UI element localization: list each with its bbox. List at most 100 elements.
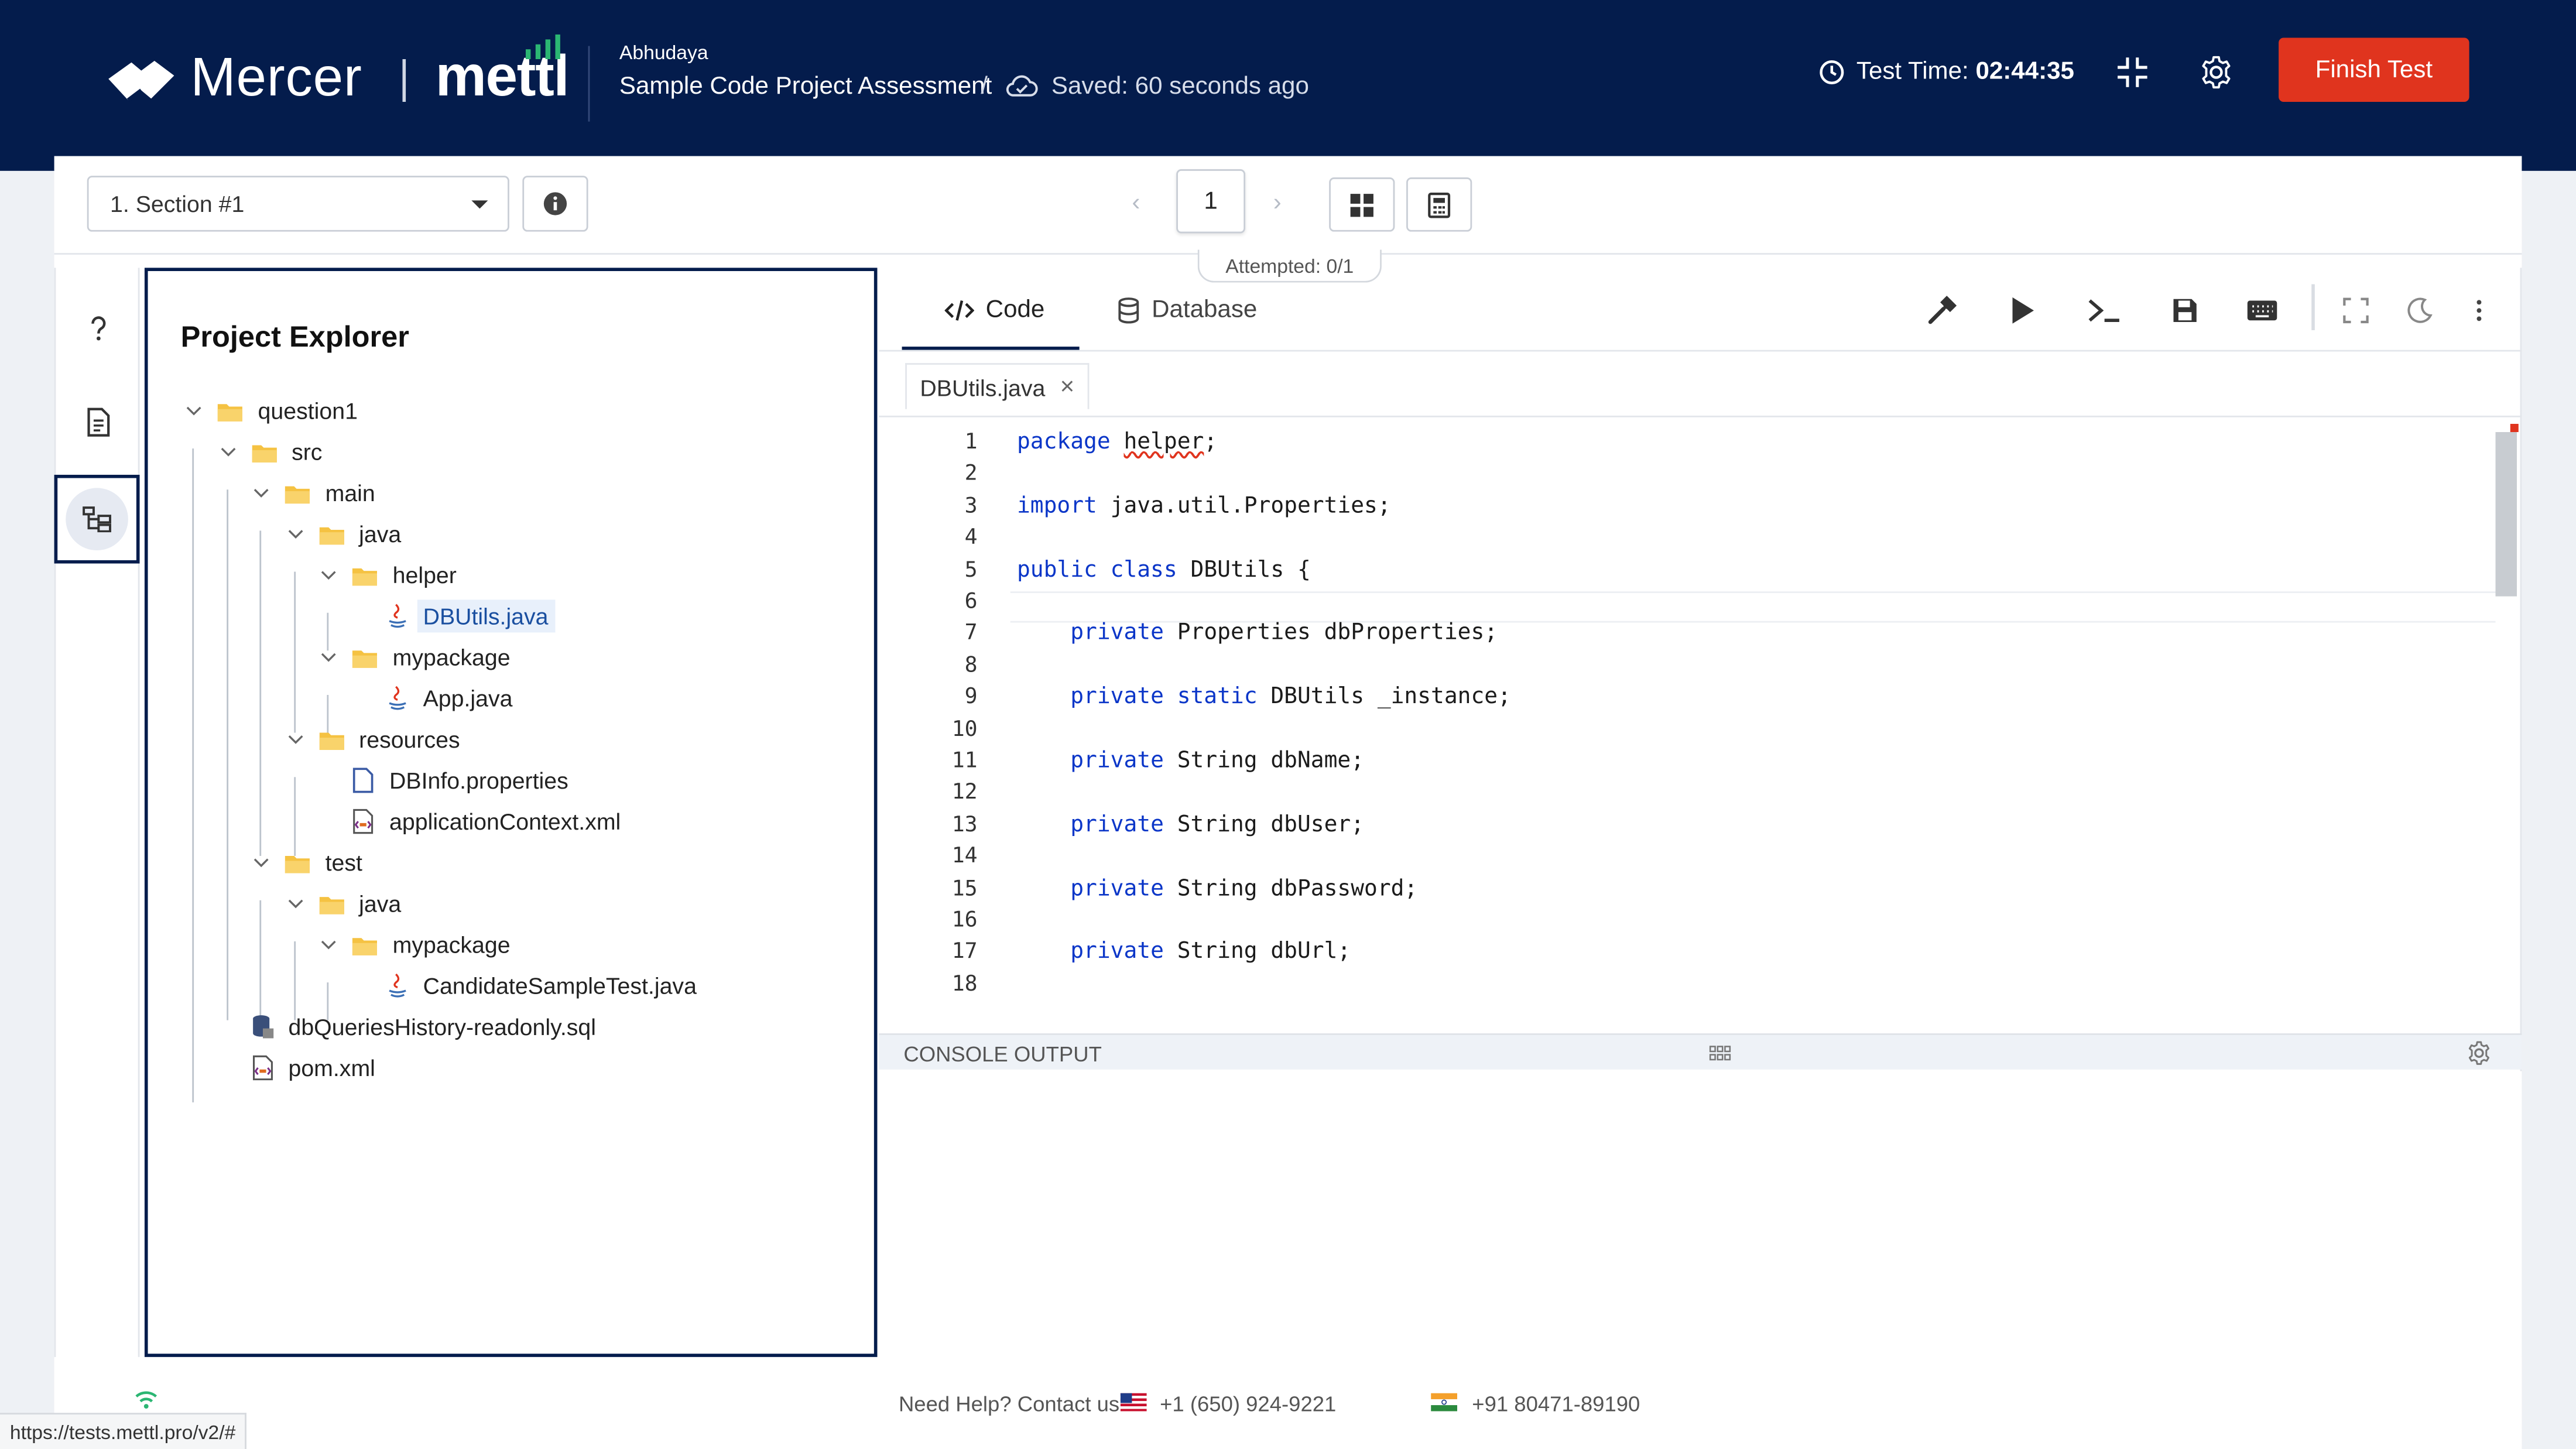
rail-project-tree-button[interactable] [54,474,140,564]
code-line[interactable]: private static DBUtils _instance; [1017,684,1511,710]
code-line[interactable]: private String dbPassword; [1017,875,1417,902]
editor-fullscreen-button[interactable] [2338,292,2374,328]
tree-folder[interactable]: mypackage [318,638,511,677]
prev-question-button[interactable]: ‹ [1132,189,1140,217]
india-flag-icon [1431,1393,1458,1412]
tree-icon-bg [66,488,128,551]
question-toolbar: 1. Section #1 ‹ 1 › Attempted: 0/1 [54,156,2522,283]
build-button[interactable] [1924,292,1960,328]
tree-file[interactable]: CandidateSampleTest.java [385,966,697,1005]
line-number: 15 [951,876,978,902]
code-line[interactable]: private String dbUser; [1017,811,1364,838]
folder-icon [285,855,310,873]
tree-file[interactable]: DBInfo.properties [352,761,568,800]
more-options-button[interactable] [2461,292,2498,328]
finish-test-button[interactable]: Finish Test [2279,37,2469,102]
tree-indent-guide [192,448,194,1102]
code-token: String dbUser; [1177,811,1365,838]
tree-folder[interactable]: java [285,514,401,553]
line-number: 1 [964,430,978,455]
expand-icon [2343,297,2369,324]
app-window: Mercer mettl Abhudaya Sample Code Projec… [0,0,2576,1449]
tree-file[interactable]: App.java [385,679,512,718]
tree-file[interactable]: dbQueriesHistory-readonly.sql [251,1007,596,1046]
open-file-name: DBUtils.java [920,374,1046,400]
chevron-down-icon [321,940,336,950]
rail-question-button[interactable] [56,284,139,373]
tree-folder[interactable]: test [251,843,362,882]
tree-folder[interactable]: question1 [184,391,358,430]
run-button[interactable] [2004,292,2040,328]
save-button[interactable] [2167,292,2203,328]
toolbar-separator [2311,284,2315,331]
code-keyword: private static [1070,683,1271,710]
code-icon [944,299,975,320]
tree-item-label: java [359,520,402,547]
code-line[interactable]: private String dbName; [1017,748,1364,774]
tree-folder[interactable]: src [218,432,322,471]
moon-icon [2407,297,2433,323]
line-number: 4 [964,526,978,551]
line-number: 7 [964,621,978,646]
code-scrollbar[interactable] [2495,432,2517,597]
line-number: 2 [964,462,978,487]
dark-mode-toggle[interactable] [2402,292,2438,328]
keyboard-shortcuts-button[interactable] [2241,292,2284,328]
code-line[interactable]: private String dbUrl; [1017,938,1351,965]
tab-code[interactable]: Code [944,296,1044,324]
code-line[interactable]: private Properties dbProperties; [1017,620,1498,646]
line-number: 13 [951,813,978,838]
section-select[interactable]: 1. Section #1 [87,176,509,232]
exit-fullscreen-icon[interactable] [2114,54,2150,91]
question-number-button[interactable]: 1 [1176,169,1246,234]
info-icon [543,192,567,215]
java-file-icon [388,973,406,998]
code-line[interactable]: public class DBUtils { [1017,556,1311,583]
timer-label: Test Time: [1856,57,1969,85]
section-info-button[interactable] [522,176,588,232]
tree-folder[interactable]: mypackage [318,925,511,964]
tree-folder[interactable]: resources [285,720,460,759]
tree-item-label: App.java [423,685,513,712]
tree-indent-guide [259,530,262,856]
open-file-tab[interactable]: DBUtils.java × [905,363,1090,409]
question-grid-button[interactable] [1329,177,1395,232]
code-line[interactable]: package helper; [1017,429,1217,455]
drag-handle-icon[interactable] [1708,1045,1731,1061]
phone-india[interactable]: +91 80471-89190 [1472,1392,1640,1416]
tree-file[interactable]: applicationContext.xml [352,801,621,841]
rail-document-button[interactable] [56,378,139,467]
next-question-button[interactable]: › [1273,189,1282,217]
tree-folder[interactable]: java [285,884,401,923]
terminal-button[interactable] [2087,292,2123,328]
tree-folder[interactable]: helper [318,555,457,594]
calculator-button[interactable] [1406,177,1472,232]
line-number: 11 [951,749,978,774]
tree-file[interactable]: DBUtils.java [385,597,555,636]
console-output[interactable] [879,1071,2522,1357]
tree-folder[interactable]: main [251,473,375,512]
line-number: 5 [964,557,978,583]
code-keyword: private [1070,875,1177,902]
code-token: String dbUrl; [1177,938,1351,965]
close-tab-icon[interactable]: × [1060,373,1075,401]
header-divider [588,46,590,122]
tree-item-label: test [325,849,362,876]
console-settings-icon[interactable] [2466,1040,2492,1066]
tree-file[interactable]: pom.xml [251,1048,375,1087]
code-line[interactable]: import java.util.Properties; [1017,492,1391,519]
code-area[interactable]: 1 package helper; 2 3 import java.util.Prope… [879,415,2522,997]
help-label: Need Help? Contact us: [898,1391,1126,1416]
tree-item-label: dbQueriesHistory-readonly.sql [288,1013,596,1040]
code-token: DBUtils { [1190,556,1311,583]
us-flag-icon [1120,1393,1147,1412]
line-number: 14 [951,844,978,869]
settings-gear-icon[interactable] [2198,54,2235,91]
java-file-icon [388,604,406,628]
code-keyword: public class [1016,556,1191,583]
tab-database[interactable]: Database [1117,296,1257,324]
phone-us[interactable]: +1 (650) 924-9221 [1160,1392,1336,1416]
